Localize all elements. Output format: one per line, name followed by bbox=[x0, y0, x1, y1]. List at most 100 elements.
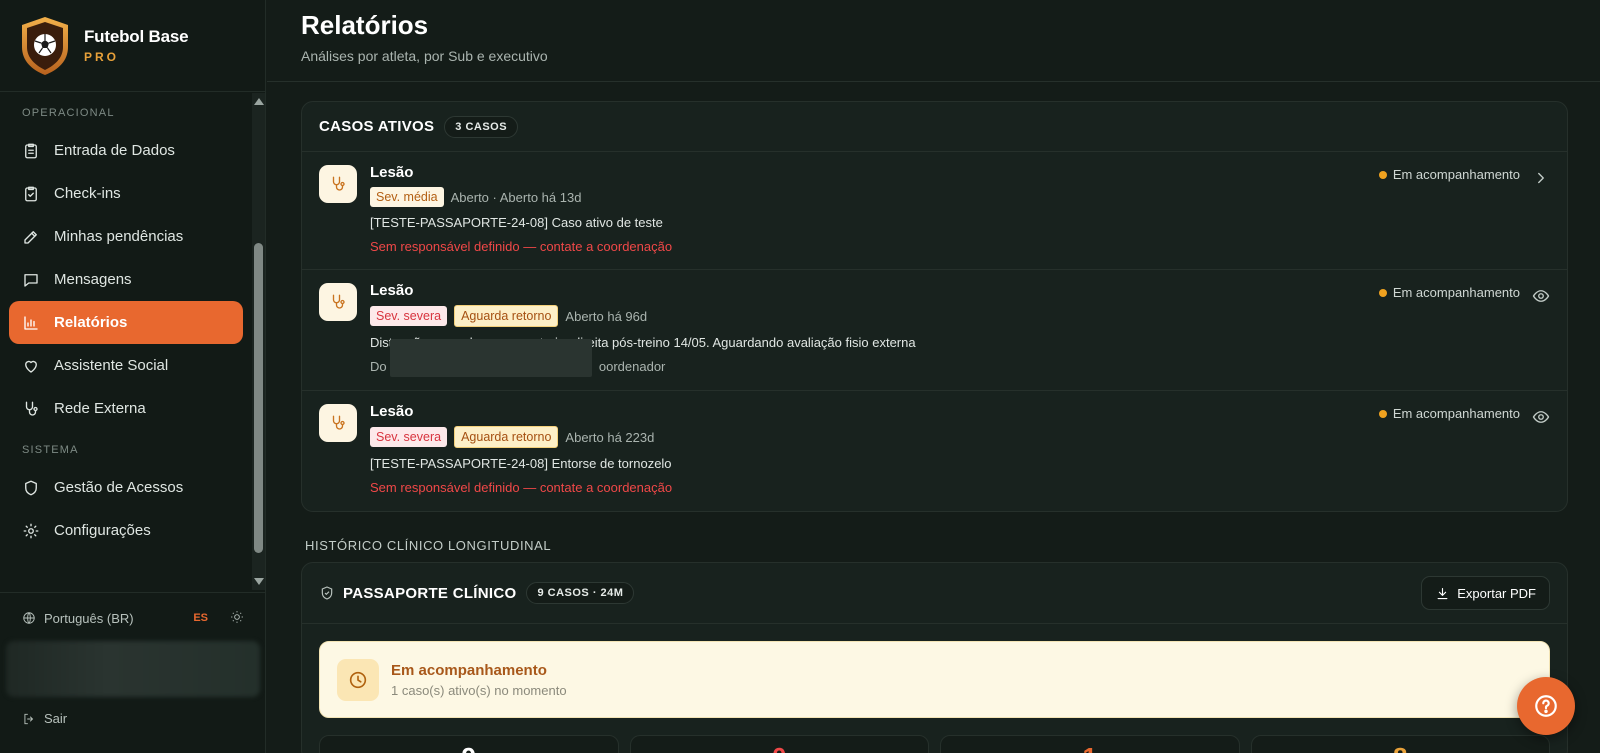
sidebar-item-label: Gestão de Acessos bbox=[54, 479, 184, 496]
case-row[interactable]: Lesão Sev. severa Aguarda retorno Aberto… bbox=[302, 391, 1567, 511]
clinical-passport-card: PASSAPORTE CLÍNICO 9 CASOS · 24M Exporta… bbox=[301, 562, 1568, 753]
brand[interactable]: Futebol Base PRO bbox=[0, 0, 265, 92]
redacted-block bbox=[390, 339, 592, 377]
case-status: Em acompanhamento bbox=[1378, 285, 1520, 300]
status-dot bbox=[1378, 409, 1387, 418]
case-responsible-prefix: Do bbox=[370, 359, 387, 374]
language-selector[interactable]: Português (BR) bbox=[44, 611, 134, 626]
case-row[interactable]: Lesão Sev. média Aberto · Aberto há 13d … bbox=[302, 152, 1567, 270]
sidebar-item-rede-externa[interactable]: Rede Externa bbox=[9, 387, 243, 430]
help-button[interactable] bbox=[1517, 677, 1575, 735]
severity-badge: Sev. severa bbox=[370, 427, 448, 447]
sidebar-item-minhas-pendencias[interactable]: Minhas pendências bbox=[9, 215, 243, 258]
eye-icon[interactable] bbox=[1532, 287, 1550, 305]
stethoscope-icon bbox=[319, 283, 357, 321]
logout-button[interactable]: Sair bbox=[0, 711, 266, 726]
clipboard-list-icon bbox=[25, 143, 37, 158]
export-pdf-button[interactable]: Exportar PDF bbox=[1421, 576, 1550, 610]
active-cases-title: CASOS ATIVOS bbox=[319, 118, 435, 135]
page-header: Relatórios Análises por atleta, por Sub … bbox=[267, 0, 1600, 82]
case-status-label: Em acompanhamento bbox=[1392, 406, 1520, 421]
status-dot bbox=[1378, 288, 1387, 297]
clipboard-check-icon bbox=[25, 186, 37, 201]
monitoring-status-panel: Em acompanhamento 1 caso(s) ativo(s) no … bbox=[319, 641, 1550, 718]
message-icon bbox=[24, 273, 38, 287]
logout-icon bbox=[24, 713, 34, 724]
nav-section-sistema: SISTEMA bbox=[22, 444, 79, 456]
clinical-passport-count: 9 CASOS · 24M bbox=[526, 582, 635, 604]
scroll-up-arrow-icon[interactable] bbox=[254, 98, 264, 105]
case-meta: Aberto · Aberto há 13d bbox=[450, 189, 582, 205]
language-row: Português (BR) ES bbox=[0, 599, 266, 637]
brand-tier: PRO bbox=[84, 50, 120, 64]
nav-section-operacional: OPERACIONAL bbox=[22, 107, 115, 119]
sidebar-item-relatorios[interactable]: Relatórios bbox=[9, 301, 243, 344]
severity-badge: Sev. média bbox=[370, 187, 444, 207]
scroll-down-arrow-icon[interactable] bbox=[254, 578, 264, 585]
sidebar-nav: OPERACIONAL Entrada de Dados Check-ins M… bbox=[0, 93, 252, 590]
sidebar-item-label: Minhas pendências bbox=[54, 228, 184, 245]
globe-icon bbox=[23, 612, 35, 624]
sidebar-item-label: Mensagens bbox=[54, 271, 132, 288]
active-cases-header: CASOS ATIVOS 3 CASOS bbox=[302, 102, 1567, 152]
user-profile-card[interactable] bbox=[6, 641, 260, 697]
bar-chart-icon bbox=[24, 315, 38, 330]
sidebar-footer: Português (BR) ES Sair bbox=[0, 592, 266, 753]
stethoscope-icon bbox=[319, 404, 357, 442]
language-es-toggle[interactable]: ES bbox=[193, 612, 208, 624]
page-subtitle: Análises por atleta, por Sub e executivo bbox=[301, 48, 548, 64]
theme-toggle[interactable] bbox=[230, 610, 244, 627]
shield-icon bbox=[25, 480, 37, 495]
active-cases-card: CASOS ATIVOS 3 CASOS Lesão Sev. média Ab… bbox=[301, 101, 1568, 512]
stat-value: 9 bbox=[462, 742, 476, 753]
sidebar-item-label: Check-ins bbox=[54, 185, 121, 202]
case-status-label: Em acompanhamento bbox=[1392, 285, 1520, 300]
stat-card: 9 bbox=[319, 735, 619, 753]
eye-icon[interactable] bbox=[1532, 408, 1550, 426]
heart-icon bbox=[25, 360, 37, 373]
stethoscope-icon bbox=[25, 401, 38, 416]
sun-icon bbox=[231, 610, 243, 623]
sidebar-item-check-ins[interactable]: Check-ins bbox=[9, 172, 243, 215]
case-status: Em acompanhamento bbox=[1378, 167, 1520, 182]
gear-icon bbox=[23, 523, 39, 538]
sidebar-item-assistente-social[interactable]: Assistente Social bbox=[9, 344, 243, 387]
stat-card: 8 bbox=[1250, 735, 1550, 753]
chevron-right-icon[interactable] bbox=[1532, 169, 1550, 187]
sidebar-item-label: Rede Externa bbox=[54, 400, 146, 417]
sidebar-item-configuracoes[interactable]: Configurações bbox=[9, 509, 243, 552]
clinical-passport-title: PASSAPORTE CLÍNICO bbox=[343, 584, 517, 602]
case-meta: Aberto há 223d bbox=[565, 429, 655, 445]
clock-icon bbox=[337, 658, 379, 701]
active-cases-count: 3 CASOS bbox=[444, 115, 519, 138]
scroll-thumb[interactable] bbox=[254, 243, 263, 553]
sidebar-item-entrada-de-dados[interactable]: Entrada de Dados bbox=[9, 129, 243, 172]
stethoscope-icon bbox=[319, 165, 357, 203]
case-row[interactable]: Lesão Sev. severa Aguarda retorno Aberto… bbox=[302, 270, 1567, 391]
history-section-label: HISTÓRICO CLÍNICO LONGITUDINAL bbox=[305, 538, 552, 553]
case-responsible-suffix: oordenador bbox=[598, 359, 666, 374]
case-badges: Sev. severa Aguarda retorno Aberto há 96… bbox=[370, 305, 1567, 327]
help-icon bbox=[1535, 695, 1557, 717]
main-content: Relatórios Análises por atleta, por Sub … bbox=[267, 0, 1600, 753]
stat-value: 0 bbox=[772, 742, 786, 753]
sidebar-scrollbar[interactable] bbox=[252, 93, 265, 590]
sidebar-item-label: Assistente Social bbox=[54, 357, 169, 374]
stat-value: 8 bbox=[1393, 742, 1407, 753]
severity-badge: Sev. severa bbox=[370, 306, 448, 326]
sidebar-item-label: Relatórios bbox=[54, 314, 128, 331]
clinical-passport-header: PASSAPORTE CLÍNICO 9 CASOS · 24M Exporta… bbox=[302, 563, 1567, 624]
stat-card: 1 bbox=[940, 735, 1240, 753]
case-warning: Sem responsável definido — contate a coo… bbox=[370, 239, 673, 254]
download-icon bbox=[1437, 587, 1448, 599]
sidebar-item-label: Entrada de Dados bbox=[54, 142, 175, 159]
awaiting-return-badge: Aguarda retorno bbox=[454, 305, 559, 327]
page-title: Relatórios bbox=[301, 10, 429, 40]
monitoring-status-subtitle: 1 caso(s) ativo(s) no momento bbox=[391, 682, 567, 698]
sidebar-item-mensagens[interactable]: Mensagens bbox=[9, 258, 243, 301]
export-pdf-label: Exportar PDF bbox=[1457, 585, 1536, 601]
status-dot bbox=[1378, 170, 1387, 179]
case-description: [TESTE-PASSAPORTE-24-08] Caso ativo de t… bbox=[370, 215, 663, 230]
sidebar-item-gestao-de-acessos[interactable]: Gestão de Acessos bbox=[9, 466, 243, 509]
case-badges: Sev. severa Aguarda retorno Aberto há 22… bbox=[370, 426, 1567, 448]
